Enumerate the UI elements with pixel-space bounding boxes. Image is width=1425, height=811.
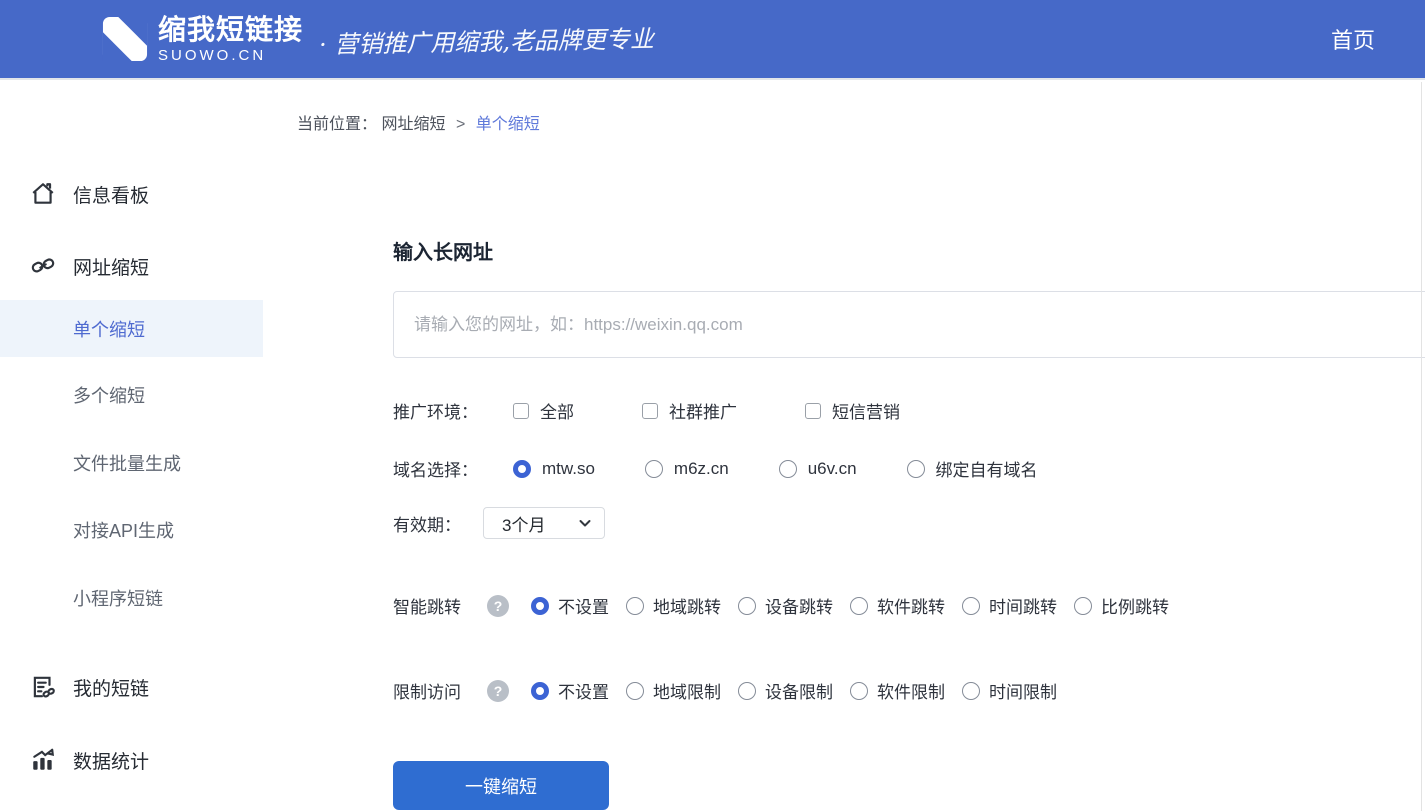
section-title: 输入长网址 (393, 236, 1425, 265)
main-content: 当前位置： 网址缩短 > 单个缩短 输入长网址 推广环境： 全部 社群推广 (263, 80, 1425, 809)
radio-option-custom-domain[interactable]: 绑定自有域名 (907, 456, 1038, 481)
link-icon (28, 251, 58, 281)
sidebar-item-file-batch[interactable]: 文件批量生成 (0, 443, 263, 483)
access-limit-row: 限制访问 ? 不设置 地域限制 设备限制 软件限制 (393, 678, 1425, 703)
brand-tagline: · 营销推广用缩我,老品牌更专业 (319, 19, 654, 60)
sidebar: 信息看板 网址缩短 单个缩短 多个缩短 文件批量生成 对接API生成 小程 (0, 80, 263, 809)
promo-env-label: 推广环境： (393, 398, 513, 423)
sidebar-item-my-links[interactable]: 我的短链 (0, 667, 263, 707)
long-url-input[interactable] (393, 291, 1425, 358)
sidebar-item-dashboard[interactable]: 信息看板 (0, 174, 263, 214)
checkbox-option-sms[interactable]: 短信营销 (805, 398, 900, 423)
nav-home-link[interactable]: 首页 (1331, 23, 1375, 55)
radio-icon[interactable] (907, 460, 925, 478)
sidebar-item-domain-manage[interactable]: 域名管理 (0, 800, 263, 811)
breadcrumb-current[interactable]: 单个缩短 (476, 116, 540, 133)
sidebar-item-statistics[interactable]: 数据统计 (0, 740, 263, 780)
brand[interactable]: 缩我短链接 SUOWO.CN · 营销推广用缩我,老品牌更专业 (102, 16, 654, 63)
radio-icon[interactable] (779, 460, 797, 478)
radio-jump-none[interactable]: 不设置 (531, 593, 609, 618)
help-question-icon[interactable]: ? (487, 595, 509, 617)
sidebar-item-multi-shorten[interactable]: 多个缩短 (0, 375, 263, 415)
radio-icon[interactable] (1074, 597, 1092, 615)
radio-icon[interactable] (850, 682, 868, 700)
radio-jump-time[interactable]: 时间跳转 (962, 593, 1057, 618)
smart-jump-row: 智能跳转 ? 不设置 地域跳转 设备跳转 软件跳转 (393, 593, 1425, 618)
checkbox-icon[interactable] (805, 403, 821, 419)
shorten-form: 输入长网址 推广环境： 全部 社群推广 短信营销 (393, 236, 1425, 810)
radio-option-u6v-cn[interactable]: u6v.cn (779, 459, 857, 479)
radio-icon[interactable] (850, 597, 868, 615)
sidebar-item-api-generate[interactable]: 对接API生成 (0, 510, 263, 550)
radio-icon[interactable] (738, 682, 756, 700)
validity-row: 有效期： 3个月 (393, 507, 1425, 539)
radio-selected-icon[interactable] (513, 460, 531, 478)
bar-chart-icon (28, 745, 58, 775)
radio-limit-region[interactable]: 地域限制 (626, 678, 721, 703)
chevron-down-icon (578, 516, 592, 530)
domain-select-label: 域名选择： (393, 456, 513, 481)
content-right-divider (1421, 82, 1422, 811)
home-icon (28, 179, 58, 209)
radio-jump-device[interactable]: 设备跳转 (738, 593, 833, 618)
checkbox-icon[interactable] (513, 403, 529, 419)
brand-domain: SUOWO.CN (158, 48, 303, 63)
page-body: 信息看板 网址缩短 单个缩短 多个缩短 文件批量生成 对接API生成 小程 (0, 80, 1425, 809)
sidebar-item-single-shorten[interactable]: 单个缩短 (0, 300, 263, 357)
breadcrumb-prefix: 当前位置： (297, 116, 377, 133)
radio-option-m6z-cn[interactable]: m6z.cn (645, 459, 729, 479)
brand-text: 缩我短链接 SUOWO.CN (158, 16, 303, 63)
validity-select[interactable]: 3个月 (483, 507, 605, 539)
radio-icon[interactable] (962, 682, 980, 700)
radio-icon[interactable] (645, 460, 663, 478)
radio-limit-device[interactable]: 设备限制 (738, 678, 833, 703)
globe-icon (28, 805, 58, 811)
header: 缩我短链接 SUOWO.CN · 营销推广用缩我,老品牌更专业 首页 (0, 0, 1425, 80)
sidebar-item-miniprogram-link[interactable]: 小程序短链 (0, 578, 263, 618)
radio-jump-ratio[interactable]: 比例跳转 (1074, 593, 1169, 618)
radio-selected-icon[interactable] (531, 597, 549, 615)
sidebar-item-url-shorten[interactable]: 网址缩短 (0, 246, 263, 286)
radio-icon[interactable] (962, 597, 980, 615)
radio-option-mtw-so[interactable]: mtw.so (513, 459, 595, 479)
validity-label: 有效期： (393, 511, 461, 536)
shorten-submit-button[interactable]: 一键缩短 (393, 761, 609, 810)
domain-select-row: 域名选择： mtw.so m6z.cn u6v.cn 绑定自有域名 (393, 456, 1425, 481)
document-link-icon (28, 672, 58, 702)
radio-limit-none[interactable]: 不设置 (531, 678, 609, 703)
checkbox-icon[interactable] (642, 403, 658, 419)
checkbox-option-all[interactable]: 全部 (513, 398, 574, 423)
breadcrumb: 当前位置： 网址缩短 > 单个缩短 (297, 110, 1425, 134)
radio-selected-icon[interactable] (531, 682, 549, 700)
brand-name: 缩我短链接 (158, 16, 303, 44)
radio-limit-time[interactable]: 时间限制 (962, 678, 1057, 703)
promo-env-row: 推广环境： 全部 社群推广 短信营销 (393, 398, 1425, 423)
checkbox-option-community[interactable]: 社群推广 (642, 398, 737, 423)
breadcrumb-parent[interactable]: 网址缩短 (381, 116, 445, 133)
radio-icon[interactable] (626, 682, 644, 700)
breadcrumb-separator: > (456, 116, 465, 133)
radio-jump-region[interactable]: 地域跳转 (626, 593, 721, 618)
radio-icon[interactable] (738, 597, 756, 615)
radio-limit-software[interactable]: 软件限制 (850, 678, 945, 703)
radio-jump-software[interactable]: 软件跳转 (850, 593, 945, 618)
brand-logo-icon (102, 16, 148, 62)
validity-selected-value: 3个月 (502, 511, 545, 536)
radio-icon[interactable] (626, 597, 644, 615)
help-question-icon[interactable]: ? (487, 680, 509, 702)
